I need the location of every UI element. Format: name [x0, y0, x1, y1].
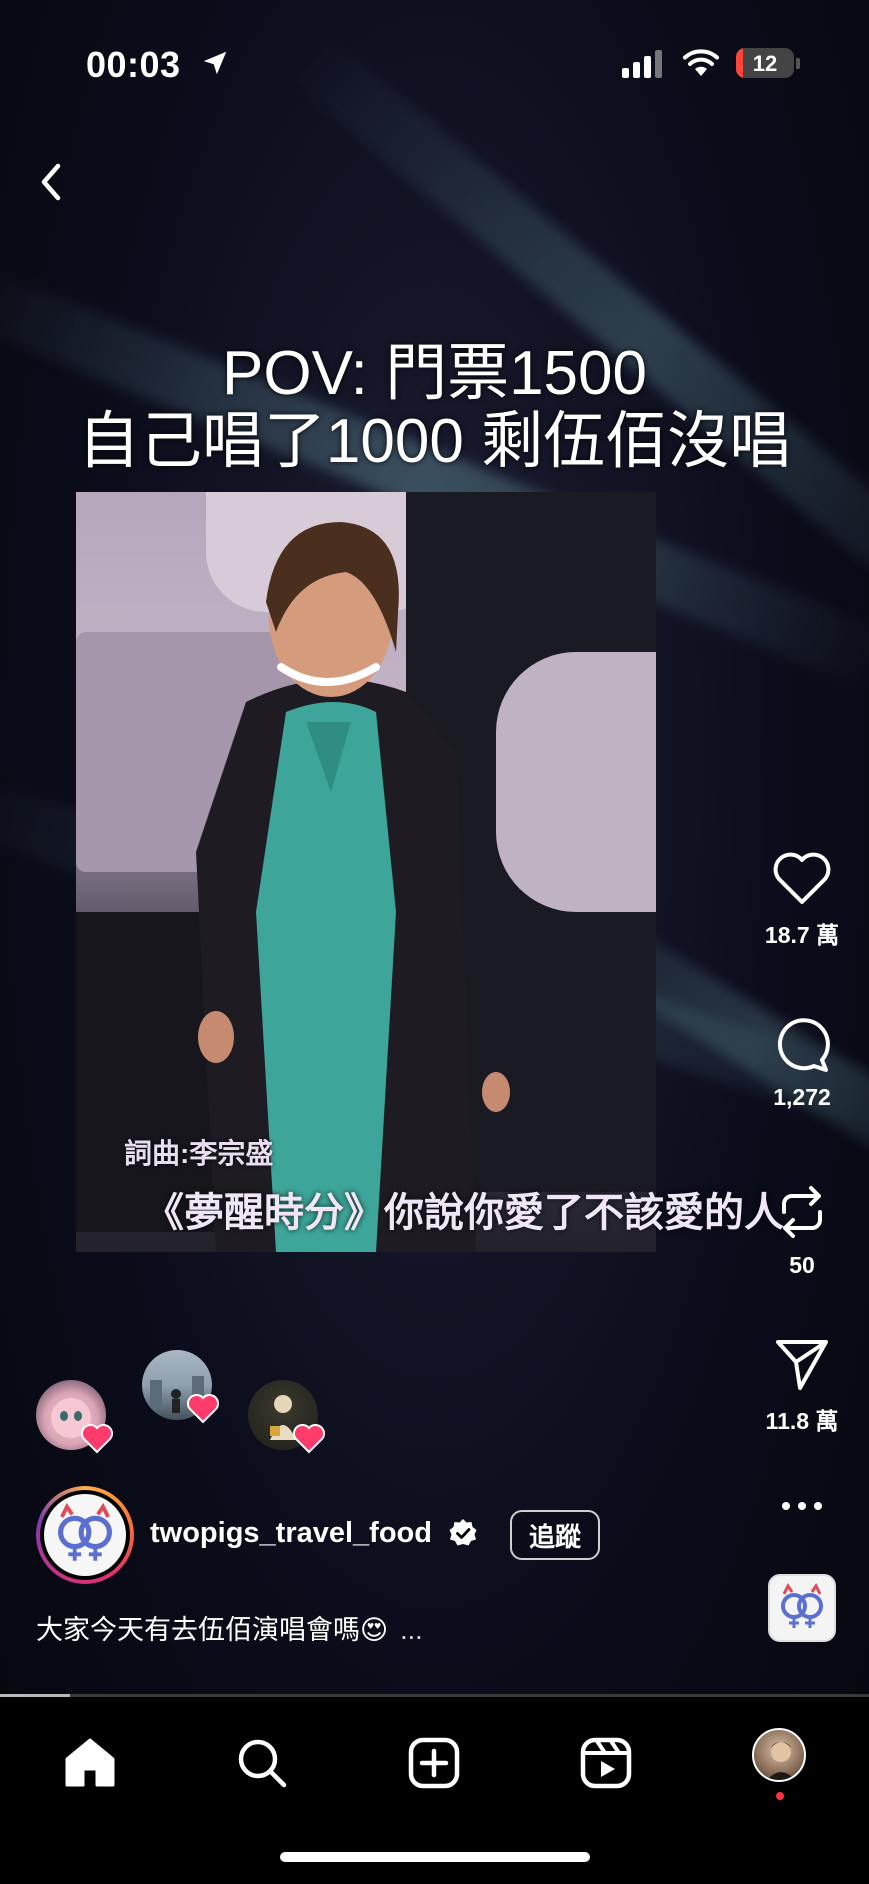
- nav-search[interactable]: [232, 1733, 292, 1793]
- home-indicator: [280, 1852, 590, 1862]
- repost-icon[interactable]: [774, 1182, 830, 1242]
- battery-indicator: 12: [736, 48, 794, 78]
- create-icon[interactable]: [408, 1737, 460, 1789]
- video-caption-line2: 自己唱了1000 剩伍佰沒唱: [77, 407, 792, 476]
- author-logo-icon: [58, 1502, 112, 1561]
- reels-screen: 00:03 12 POV: 門票1500 自己唱了1000 剩伍佰沒唱 詞曲:李…: [0, 0, 869, 1884]
- caption-more[interactable]: ...: [400, 1615, 423, 1645]
- audio-logo-icon: [781, 1583, 823, 1628]
- like-action[interactable]: 18.7 萬: [752, 850, 852, 950]
- repost-action[interactable]: 50: [752, 1182, 852, 1279]
- author-avatar-image: [44, 1494, 126, 1576]
- reels-icon[interactable]: [580, 1737, 632, 1789]
- follow-button[interactable]: 追蹤: [510, 1510, 600, 1560]
- post-caption-text: 大家今天有去伍佰演唱會嗎😍: [36, 1615, 389, 1645]
- author-avatar-ring-inner: [40, 1490, 130, 1580]
- nav-reels[interactable]: [576, 1733, 636, 1793]
- audio-thumbnail[interactable]: [768, 1574, 836, 1642]
- send-paper-plane-icon[interactable]: [772, 1336, 832, 1392]
- lyric-credit: 詞曲:李宗盛: [124, 1138, 274, 1169]
- share-count: 11.8 萬: [765, 1408, 839, 1434]
- status-bar: 00:03 12: [0, 0, 869, 120]
- cellular-signal-icon: [622, 50, 662, 78]
- profile-notification-dot: [776, 1792, 784, 1800]
- video-caption-line1: POV: 門票1500: [221, 339, 647, 408]
- comment-bubble-icon[interactable]: [772, 1016, 832, 1074]
- location-arrow-icon: [203, 51, 227, 75]
- nav-home[interactable]: [60, 1733, 120, 1793]
- post-caption[interactable]: 大家今天有去伍佰演唱會嗎😍...: [36, 1608, 423, 1647]
- verified-badge-icon: [449, 1519, 477, 1546]
- wifi-icon: [683, 49, 719, 76]
- home-icon[interactable]: [63, 1737, 117, 1789]
- status-time: 00:03: [86, 44, 181, 85]
- lyric-subtitle: 《夢醒時分》你說你愛了不該愛的人: [144, 1191, 784, 1235]
- nav-profile-avatar[interactable]: [752, 1728, 806, 1782]
- author-avatar[interactable]: [36, 1486, 134, 1584]
- comment-count: 1,272: [773, 1084, 831, 1110]
- liked-heart-icon: [81, 1424, 113, 1454]
- comment-action[interactable]: 1,272: [752, 1016, 852, 1111]
- like-count: 18.7 萬: [764, 922, 840, 948]
- nav-create[interactable]: [404, 1733, 464, 1793]
- more-options-icon[interactable]: [778, 1496, 826, 1516]
- battery-cap: [796, 58, 800, 69]
- search-icon[interactable]: [236, 1737, 288, 1789]
- repost-count: 50: [789, 1252, 815, 1278]
- back-chevron-icon[interactable]: [34, 160, 68, 204]
- liked-heart-icon: [187, 1394, 219, 1424]
- liked-heart-icon: [293, 1424, 325, 1454]
- share-action[interactable]: 11.8 萬: [752, 1336, 852, 1436]
- heart-icon[interactable]: [771, 850, 833, 906]
- author-username[interactable]: twopigs_travel_food: [150, 1517, 432, 1550]
- battery-level: 12: [752, 51, 778, 76]
